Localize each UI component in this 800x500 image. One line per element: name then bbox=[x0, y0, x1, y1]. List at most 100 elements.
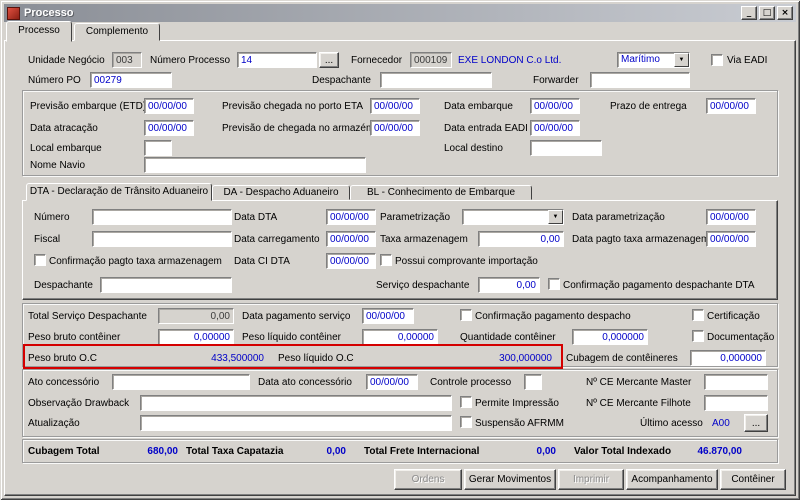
data-dta-label: Data DTA bbox=[234, 212, 278, 223]
data-parametrizacao-field[interactable] bbox=[706, 209, 756, 225]
inner-tab-dta[interactable]: DTA - Declaração de Trânsito Aduaneiro bbox=[26, 183, 212, 201]
tab-processo[interactable]: Processo bbox=[6, 21, 72, 42]
imprimir-button: Imprimir bbox=[558, 469, 624, 490]
peso-liquido-conteiner-field[interactable] bbox=[362, 329, 438, 345]
taxa-armazenagem-field[interactable] bbox=[478, 231, 564, 247]
certificacao-checkbox[interactable] bbox=[692, 309, 704, 321]
fornecedor-label: Fornecedor bbox=[351, 55, 403, 66]
local-destino-field[interactable] bbox=[530, 140, 602, 156]
chevron-down-icon[interactable]: ▼ bbox=[674, 53, 689, 67]
previsao-chegada-porto-field[interactable] bbox=[370, 98, 420, 114]
ultimo-acesso-label: Último acesso bbox=[640, 418, 703, 429]
parametrizacao-combobox[interactable]: ▼ bbox=[462, 209, 564, 225]
data-pagamento-servico-field[interactable] bbox=[362, 308, 414, 324]
dta-numero-field[interactable] bbox=[92, 209, 232, 225]
prazo-entrega-field[interactable] bbox=[706, 98, 756, 114]
servico-despachante-field[interactable] bbox=[478, 277, 540, 293]
data-parametrizacao-label: Data parametrização bbox=[572, 212, 665, 223]
fiscal-field[interactable] bbox=[92, 231, 232, 247]
data-ci-dta-label: Data CI DTA bbox=[234, 256, 290, 267]
confirmacao-pagto-taxa-checkbox[interactable] bbox=[34, 254, 46, 266]
data-atracacao-field[interactable] bbox=[144, 120, 194, 136]
ultimo-acesso-browse-button[interactable]: ... bbox=[744, 414, 768, 432]
ce-mercante-filhote-label: Nº CE Mercante Filhote bbox=[586, 398, 691, 409]
parametrizacao-combobox-value bbox=[463, 210, 548, 224]
peso-liquido-oc-label: Peso líquido O.C bbox=[278, 353, 354, 364]
dta-despachante-label: Despachante bbox=[34, 280, 93, 291]
close-icon[interactable]: × bbox=[777, 6, 793, 20]
via-eadi-checkbox[interactable] bbox=[711, 54, 723, 66]
parametrizacao-label: Parametrização bbox=[380, 212, 451, 223]
total-frete-internacional-value: 0,00 bbox=[536, 446, 556, 457]
inner-tab-bl[interactable]: BL - Conhecimento de Embarque bbox=[350, 185, 532, 200]
data-entrada-eadi-field[interactable] bbox=[530, 120, 580, 136]
numero-processo-field[interactable] bbox=[237, 52, 317, 68]
conteiner-button[interactable]: Contêiner bbox=[720, 469, 786, 490]
quantidade-conteiner-label: Quantidade contêiner bbox=[460, 332, 556, 343]
peso-bruto-oc-value: 433,500000 bbox=[211, 353, 264, 364]
maximize-icon[interactable]: □ bbox=[759, 6, 775, 20]
window-title: Processo bbox=[24, 7, 74, 19]
data-pagto-taxa-field[interactable] bbox=[706, 231, 756, 247]
peso-liquido-oc-value: 300,000000 bbox=[499, 353, 552, 364]
controle-processo-label: Controle processo bbox=[430, 377, 512, 388]
atualizacao-field[interactable] bbox=[140, 415, 452, 431]
fornecedor-name: EXE LONDON C.o Ltd. bbox=[458, 55, 562, 66]
processo-window: Processo _ □ × Processo Complemento DTA … bbox=[0, 0, 800, 500]
total-servico-despachante-label: Total Serviço Despachante bbox=[28, 311, 147, 322]
despachante-field[interactable] bbox=[380, 72, 492, 88]
peso-bruto-conteiner-field[interactable] bbox=[158, 329, 234, 345]
prazo-entrega-label: Prazo de entrega bbox=[610, 101, 687, 112]
minimize-icon[interactable]: _ bbox=[741, 6, 757, 20]
controle-processo-field[interactable] bbox=[524, 374, 542, 390]
data-pagamento-servico-label: Data pagamento serviço bbox=[242, 311, 351, 322]
data-embarque-label: Data embarque bbox=[444, 101, 513, 112]
local-embarque-field[interactable] bbox=[144, 140, 172, 156]
permite-impressao-checkbox[interactable] bbox=[460, 396, 472, 408]
nome-navio-label: Nome Navio bbox=[30, 160, 86, 171]
ce-mercante-master-field[interactable] bbox=[704, 374, 768, 390]
tab-complemento[interactable]: Complemento bbox=[74, 23, 160, 41]
chevron-down-icon[interactable]: ▼ bbox=[548, 210, 563, 224]
total-taxa-capatazia-value: 0,00 bbox=[326, 446, 346, 457]
numero-processo-browse-button[interactable]: ... bbox=[319, 52, 339, 68]
cubagem-conteineres-field[interactable] bbox=[690, 350, 766, 366]
ce-mercante-filhote-field[interactable] bbox=[704, 395, 768, 411]
documentacao-checkbox[interactable] bbox=[692, 330, 704, 342]
title-bar: Processo _ □ × bbox=[4, 4, 796, 22]
peso-liquido-conteiner-label: Peso líquido contêiner bbox=[242, 332, 341, 343]
previsao-chegada-armazem-field[interactable] bbox=[370, 120, 420, 136]
modal-combobox[interactable]: Marítimo ▼ bbox=[617, 52, 690, 68]
data-dta-field[interactable] bbox=[326, 209, 376, 225]
dta-despachante-field[interactable] bbox=[100, 277, 232, 293]
local-destino-label: Local destino bbox=[444, 143, 503, 154]
previsao-embarque-field[interactable] bbox=[144, 98, 194, 114]
numero-po-field[interactable] bbox=[90, 72, 172, 88]
ordens-button: Ordens bbox=[394, 469, 462, 490]
forwarder-field[interactable] bbox=[590, 72, 690, 88]
total-frete-internacional-label: Total Frete Internacional bbox=[364, 446, 480, 457]
acompanhamento-button[interactable]: Acompanhamento bbox=[626, 469, 718, 490]
quantidade-conteiner-field[interactable] bbox=[572, 329, 648, 345]
cubagem-total-value: 680,00 bbox=[147, 446, 178, 457]
confirmacao-pag-despachante-dta-checkbox[interactable] bbox=[548, 278, 560, 290]
observacao-drawback-field[interactable] bbox=[140, 395, 452, 411]
data-ato-concessorio-field[interactable] bbox=[366, 374, 418, 390]
cubagem-conteineres-label: Cubagem de contêineres bbox=[566, 353, 678, 364]
ato-concessorio-field[interactable] bbox=[112, 374, 250, 390]
suspensao-afrmm-checkbox[interactable] bbox=[460, 416, 472, 428]
nome-navio-field[interactable] bbox=[144, 157, 366, 173]
numero-po-label: Número PO bbox=[28, 75, 81, 86]
gerar-movimentos-button[interactable]: Gerar Movimentos bbox=[464, 469, 556, 490]
valor-total-indexado-value: 46.870,00 bbox=[697, 446, 743, 457]
inner-tab-da[interactable]: DA - Despacho Aduaneiro bbox=[212, 185, 350, 200]
confirmacao-pag-despacho-checkbox[interactable] bbox=[460, 309, 472, 321]
confirmacao-pag-despachante-dta-label: Confirmação pagamento despachante DTA bbox=[563, 280, 755, 291]
previsao-embarque-label: Previsão embarque (ETD) bbox=[30, 101, 147, 112]
app-icon bbox=[7, 6, 20, 20]
possui-comprovante-checkbox[interactable] bbox=[380, 254, 392, 266]
data-carregamento-field[interactable] bbox=[326, 231, 376, 247]
taxa-armazenagem-label: Taxa armazenagem bbox=[380, 234, 468, 245]
data-ci-dta-field[interactable] bbox=[326, 253, 376, 269]
data-embarque-field[interactable] bbox=[530, 98, 580, 114]
